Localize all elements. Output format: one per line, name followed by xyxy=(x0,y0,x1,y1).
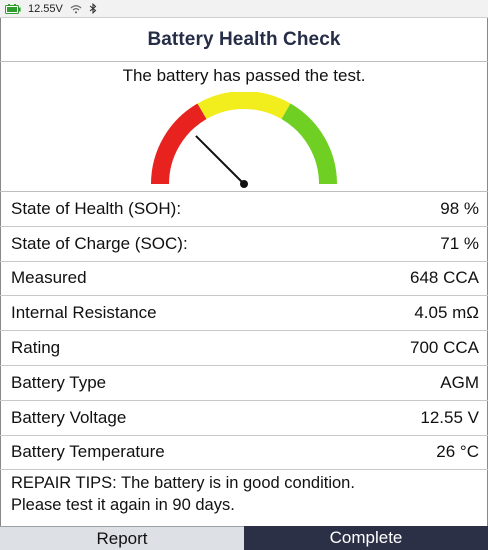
battery-status-icon xyxy=(5,3,21,14)
row-label: Battery Temperature xyxy=(11,442,165,462)
row-label: Internal Resistance xyxy=(11,303,157,323)
row-value: 71 % xyxy=(440,233,479,253)
report-button[interactable]: Report xyxy=(0,526,244,550)
row-label: Battery Type xyxy=(11,372,107,392)
gauge-zone-red xyxy=(151,103,207,185)
row-value: 700 CCA xyxy=(410,338,479,358)
gauge-needle-hub xyxy=(240,180,248,188)
row-measured: Measured 648 CCA xyxy=(0,262,488,297)
wifi-icon xyxy=(70,4,82,14)
gauge-needle xyxy=(195,135,245,185)
voltage-readout: 12.55V xyxy=(28,2,63,15)
row-battery-voltage: Battery Voltage 12.55 V xyxy=(0,401,488,436)
row-label: Battery Voltage xyxy=(11,407,127,427)
row-label: Rating xyxy=(11,338,61,358)
repair-tips: REPAIR TIPS: The battery is in good cond… xyxy=(0,470,488,526)
row-label: State of Charge (SOC): xyxy=(11,233,188,253)
bluetooth-icon xyxy=(89,3,97,14)
battery-gauge xyxy=(151,92,337,188)
gauge-zone-yellow xyxy=(197,92,291,120)
row-value: 98 % xyxy=(440,198,479,218)
test-result-panel: The battery has passed the test. xyxy=(0,62,488,192)
repair-tips-line-1: REPAIR TIPS: The battery is in good cond… xyxy=(11,474,355,492)
action-bar: Report Complete xyxy=(0,526,488,550)
row-value: AGM xyxy=(440,372,479,392)
measurement-list: State of Health (SOH): 98 % State of Cha… xyxy=(0,192,488,471)
result-message: The battery has passed the test. xyxy=(122,66,366,85)
page-title: Battery Health Check xyxy=(147,28,341,50)
row-value: 12.55 V xyxy=(420,407,479,427)
row-internal-resistance: Internal Resistance 4.05 mΩ xyxy=(0,296,488,332)
row-label: Measured xyxy=(11,268,87,288)
row-battery-temperature: Battery Temperature 26 °C xyxy=(0,436,488,471)
complete-button[interactable]: Complete xyxy=(244,526,488,550)
repair-tips-line-2: Please test it again in 90 days. xyxy=(11,496,235,514)
row-value: 26 °C xyxy=(436,442,479,462)
row-value: 4.05 mΩ xyxy=(414,303,479,323)
gauge-zone-green xyxy=(281,103,337,185)
row-rating: Rating 700 CCA xyxy=(0,331,488,366)
page-header: Battery Health Check xyxy=(0,18,488,62)
status-bar: 12.55V xyxy=(0,0,488,18)
row-state-of-health: State of Health (SOH): 98 % xyxy=(0,192,488,227)
row-state-of-charge: State of Charge (SOC): 71 % xyxy=(0,227,488,262)
row-battery-type: Battery Type AGM xyxy=(0,366,488,401)
row-label: State of Health (SOH): xyxy=(11,198,182,218)
row-value: 648 CCA xyxy=(410,268,479,288)
